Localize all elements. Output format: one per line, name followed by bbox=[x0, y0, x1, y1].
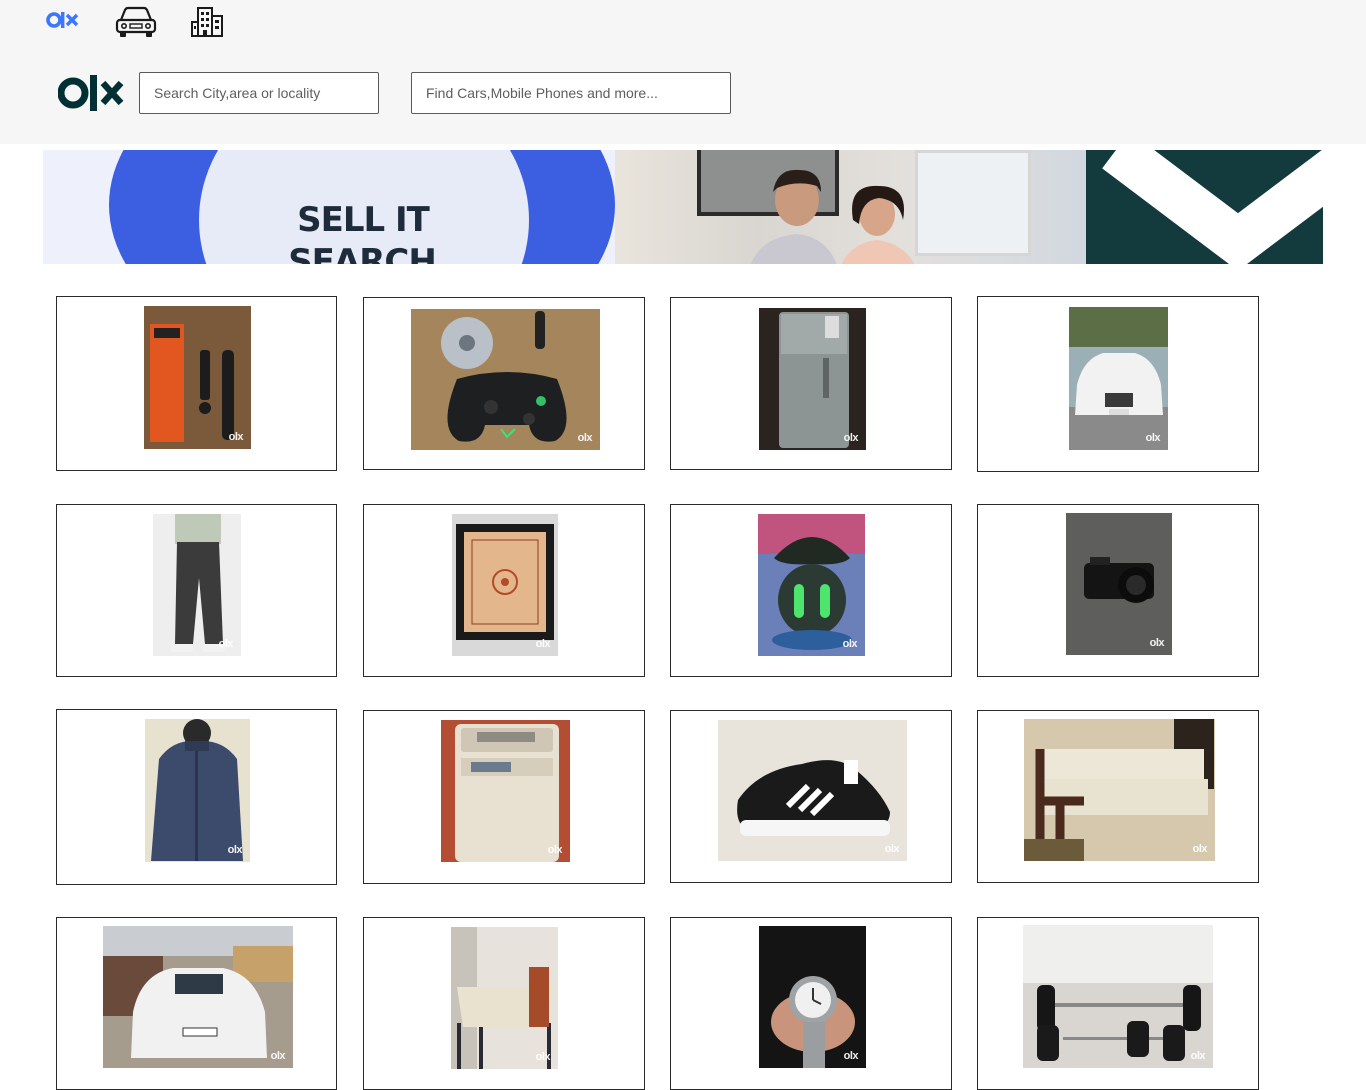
listing-image-jeans[interactable]: olx bbox=[153, 514, 241, 656]
listing-card[interactable]: olx bbox=[977, 710, 1259, 883]
olx-watermark: olx bbox=[1149, 637, 1165, 649]
listing-image-dining-table[interactable]: olx bbox=[451, 927, 558, 1069]
listing-card[interactable]: olx bbox=[56, 917, 337, 1090]
listing-card[interactable]: olx bbox=[363, 504, 645, 677]
olx-watermark: olx bbox=[270, 1050, 286, 1062]
promo-banner[interactable]: SELL IT SEARCH IT bbox=[43, 150, 1323, 264]
banner-headline-line1: SELL IT bbox=[297, 200, 430, 240]
listing-image-refrigerator[interactable]: olx bbox=[759, 308, 866, 450]
listing-card[interactable]: olx bbox=[56, 709, 337, 885]
olx-watermark: olx bbox=[218, 638, 234, 650]
listing-image-camera[interactable]: olx bbox=[1066, 513, 1172, 655]
olx-watermark: olx bbox=[1145, 432, 1161, 444]
olx-watermark: olx bbox=[1190, 1050, 1206, 1062]
listing-card[interactable]: olx bbox=[56, 504, 337, 677]
olx-watermark: olx bbox=[547, 844, 563, 856]
listing-image-sofa[interactable]: olx bbox=[1024, 719, 1215, 861]
banner-dark-panel bbox=[1086, 150, 1323, 264]
listing-image-white-suv-car[interactable]: olx bbox=[1069, 307, 1168, 450]
person-illustration bbox=[841, 185, 915, 264]
listing-image-dumbbells[interactable]: olx bbox=[1023, 925, 1213, 1068]
listing-card[interactable]: olx bbox=[670, 297, 952, 470]
chevron-graphic bbox=[1102, 150, 1323, 264]
listing-card[interactable]: olx bbox=[977, 296, 1259, 472]
listing-image-carrom-board[interactable]: olx bbox=[452, 514, 558, 656]
olx-watermark: olx bbox=[227, 844, 243, 856]
listing-card[interactable]: olx bbox=[670, 504, 952, 677]
listing-card[interactable]: olx bbox=[670, 917, 952, 1090]
banner-photo-couple bbox=[615, 150, 1087, 264]
listing-card[interactable]: olx bbox=[670, 710, 952, 883]
olx-watermark: olx bbox=[228, 431, 244, 443]
listing-card[interactable]: olx bbox=[363, 710, 645, 884]
listing-image-game-controller[interactable]: olx bbox=[411, 309, 600, 450]
listing-image-washing-machine[interactable]: olx bbox=[441, 720, 570, 862]
product-search-input[interactable] bbox=[411, 72, 731, 114]
banner-headline: SELL IT SEARCH IT bbox=[288, 200, 437, 264]
olx-logo[interactable] bbox=[57, 74, 126, 117]
listing-card[interactable]: olx bbox=[56, 296, 337, 471]
listing-image-gaming-earbuds[interactable]: olx bbox=[758, 514, 865, 656]
listing-image-wrist-watch[interactable]: olx bbox=[759, 926, 866, 1068]
listing-card[interactable]: olx bbox=[363, 917, 645, 1090]
listing-card[interactable]: olx bbox=[977, 917, 1259, 1090]
site-header bbox=[0, 0, 1366, 144]
listing-image-white-ecosport-car[interactable]: olx bbox=[103, 926, 293, 1068]
banner-headline-line2: SEARCH IT bbox=[288, 242, 437, 264]
olx-mini-logo[interactable] bbox=[46, 10, 80, 35]
building-icon[interactable] bbox=[190, 4, 226, 45]
olx-watermark: olx bbox=[884, 843, 900, 855]
olx-watermark: olx bbox=[535, 1051, 551, 1063]
listing-image-leather-jacket[interactable]: olx bbox=[145, 719, 250, 862]
olx-watermark: olx bbox=[535, 638, 551, 650]
car-icon[interactable] bbox=[114, 4, 158, 45]
listing-image-fire-tv-stick[interactable]: olx bbox=[144, 306, 251, 449]
olx-watermark: olx bbox=[1192, 843, 1208, 855]
listing-card[interactable]: olx bbox=[363, 297, 645, 470]
location-search-input[interactable] bbox=[139, 72, 379, 114]
listing-card[interactable]: olx bbox=[977, 504, 1259, 677]
olx-watermark: olx bbox=[843, 1050, 859, 1062]
olx-watermark: olx bbox=[842, 638, 858, 650]
listing-image-sneaker-shoe[interactable]: olx bbox=[718, 720, 907, 861]
banner-left-panel: SELL IT SEARCH IT bbox=[43, 150, 615, 264]
olx-watermark: olx bbox=[577, 432, 593, 444]
olx-watermark: olx bbox=[843, 432, 859, 444]
